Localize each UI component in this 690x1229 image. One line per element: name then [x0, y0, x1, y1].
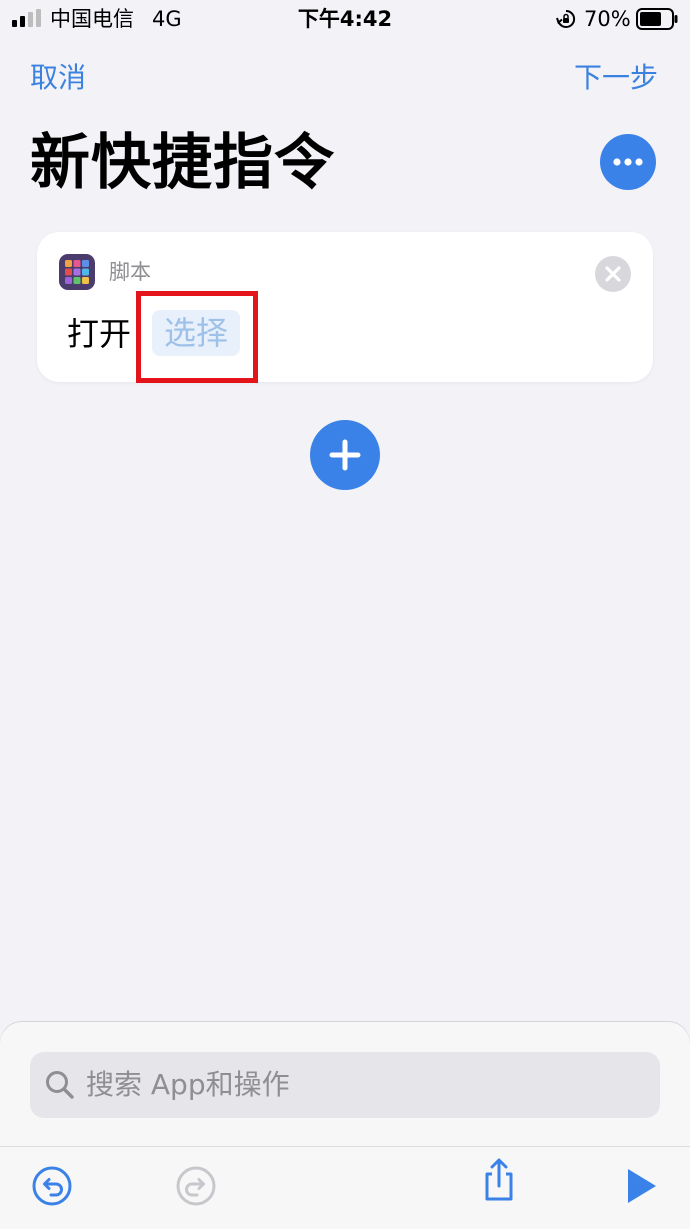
play-icon[interactable] [618, 1163, 664, 1209]
redo-icon[interactable] [173, 1163, 219, 1209]
plus-icon [329, 439, 361, 471]
status-bar: 中国电信 4G 下午4:42 70% [0, 0, 690, 40]
app-icon [59, 254, 95, 290]
search-input[interactable]: 搜索 App和操作 [30, 1052, 660, 1118]
search-placeholder: 搜索 App和操作 [86, 1068, 290, 1101]
remove-action-button[interactable] [595, 256, 631, 292]
scripting-icon [65, 260, 89, 284]
search-icon [46, 1071, 74, 1099]
share-icon[interactable] [476, 1157, 522, 1203]
action-category-label: 脚本 [109, 260, 151, 284]
ellipsis-icon [613, 158, 643, 166]
action-card: 脚本 打开 选择 [37, 232, 653, 382]
page-title: 新快捷指令 [30, 128, 335, 198]
more-options-button[interactable] [600, 134, 656, 190]
battery-icon [636, 8, 678, 30]
bottom-toolbar [0, 1146, 690, 1229]
add-action-button[interactable] [310, 420, 380, 490]
next-button[interactable]: 下一步 [574, 60, 658, 96]
battery-percentage: 70% [584, 7, 631, 31]
close-icon [605, 266, 621, 282]
action-verb: 打开 [67, 315, 132, 353]
cancel-button[interactable]: 取消 [30, 60, 86, 96]
undo-icon[interactable] [29, 1163, 75, 1209]
rotation-lock-icon [556, 9, 576, 28]
app-parameter-token[interactable]: 选择 [152, 310, 240, 356]
